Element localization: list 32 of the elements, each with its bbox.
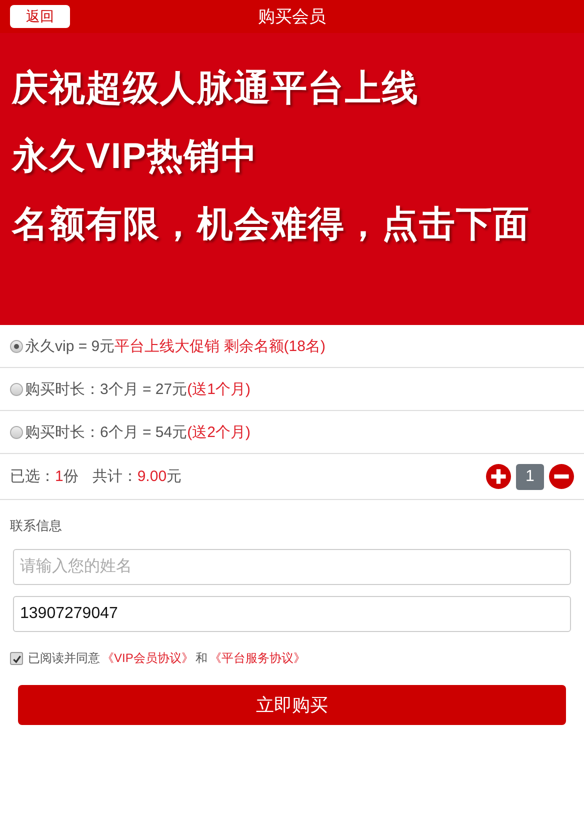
phone-field[interactable]: 13907279047 [13,596,571,632]
checkbox[interactable] [10,652,23,665]
total-label: 共计： [92,467,138,486]
name-field[interactable]: 请输入您的姓名 [13,549,571,585]
radio-button[interactable] [10,382,23,396]
minus-icon[interactable] [549,464,574,489]
plan-promo: 平台上线大促销 剩余名额(18名) [114,336,326,356]
agreement-text: 已阅读并同意 [28,650,100,667]
plus-icon[interactable] [486,464,511,489]
plan-promo: (送2个月) [187,422,250,442]
total-amount: 9.00 [137,468,167,485]
plan-label: 购买时长：6个月 = 54元 [25,422,188,442]
radio-button[interactable] [10,340,23,352]
quantity-value: 1 [516,464,544,490]
selected-count: 1 [55,468,64,485]
plan-promo: (送1个月) [187,380,250,398]
selected-label: 已选： [10,467,55,486]
back-button[interactable]: 返回 [10,5,70,28]
count-unit: 份 [63,467,78,486]
buy-button[interactable]: 立即购买 [18,685,566,725]
agreement-text: 和 [195,650,208,667]
section-heading: 联系信息 [10,517,63,535]
radio-button[interactable] [10,426,23,438]
banner-text: 庆祝超级人脉通平台上线 [12,68,419,108]
banner-text: 永久VIP热销中 [12,136,258,176]
total-unit: 元 [166,467,182,486]
agreement-link[interactable]: 《VIP会员协议》 [102,650,194,667]
plan-label: 购买时长：3个月 = 27元 [25,380,188,398]
banner-text: 名额有限，机会难得，点击下面 [12,204,530,244]
page-title: 购买会员 [258,6,326,28]
plan-label: 永久vip = 9元 [25,336,115,356]
agreement-link[interactable]: 《平台服务协议》 [209,650,306,667]
